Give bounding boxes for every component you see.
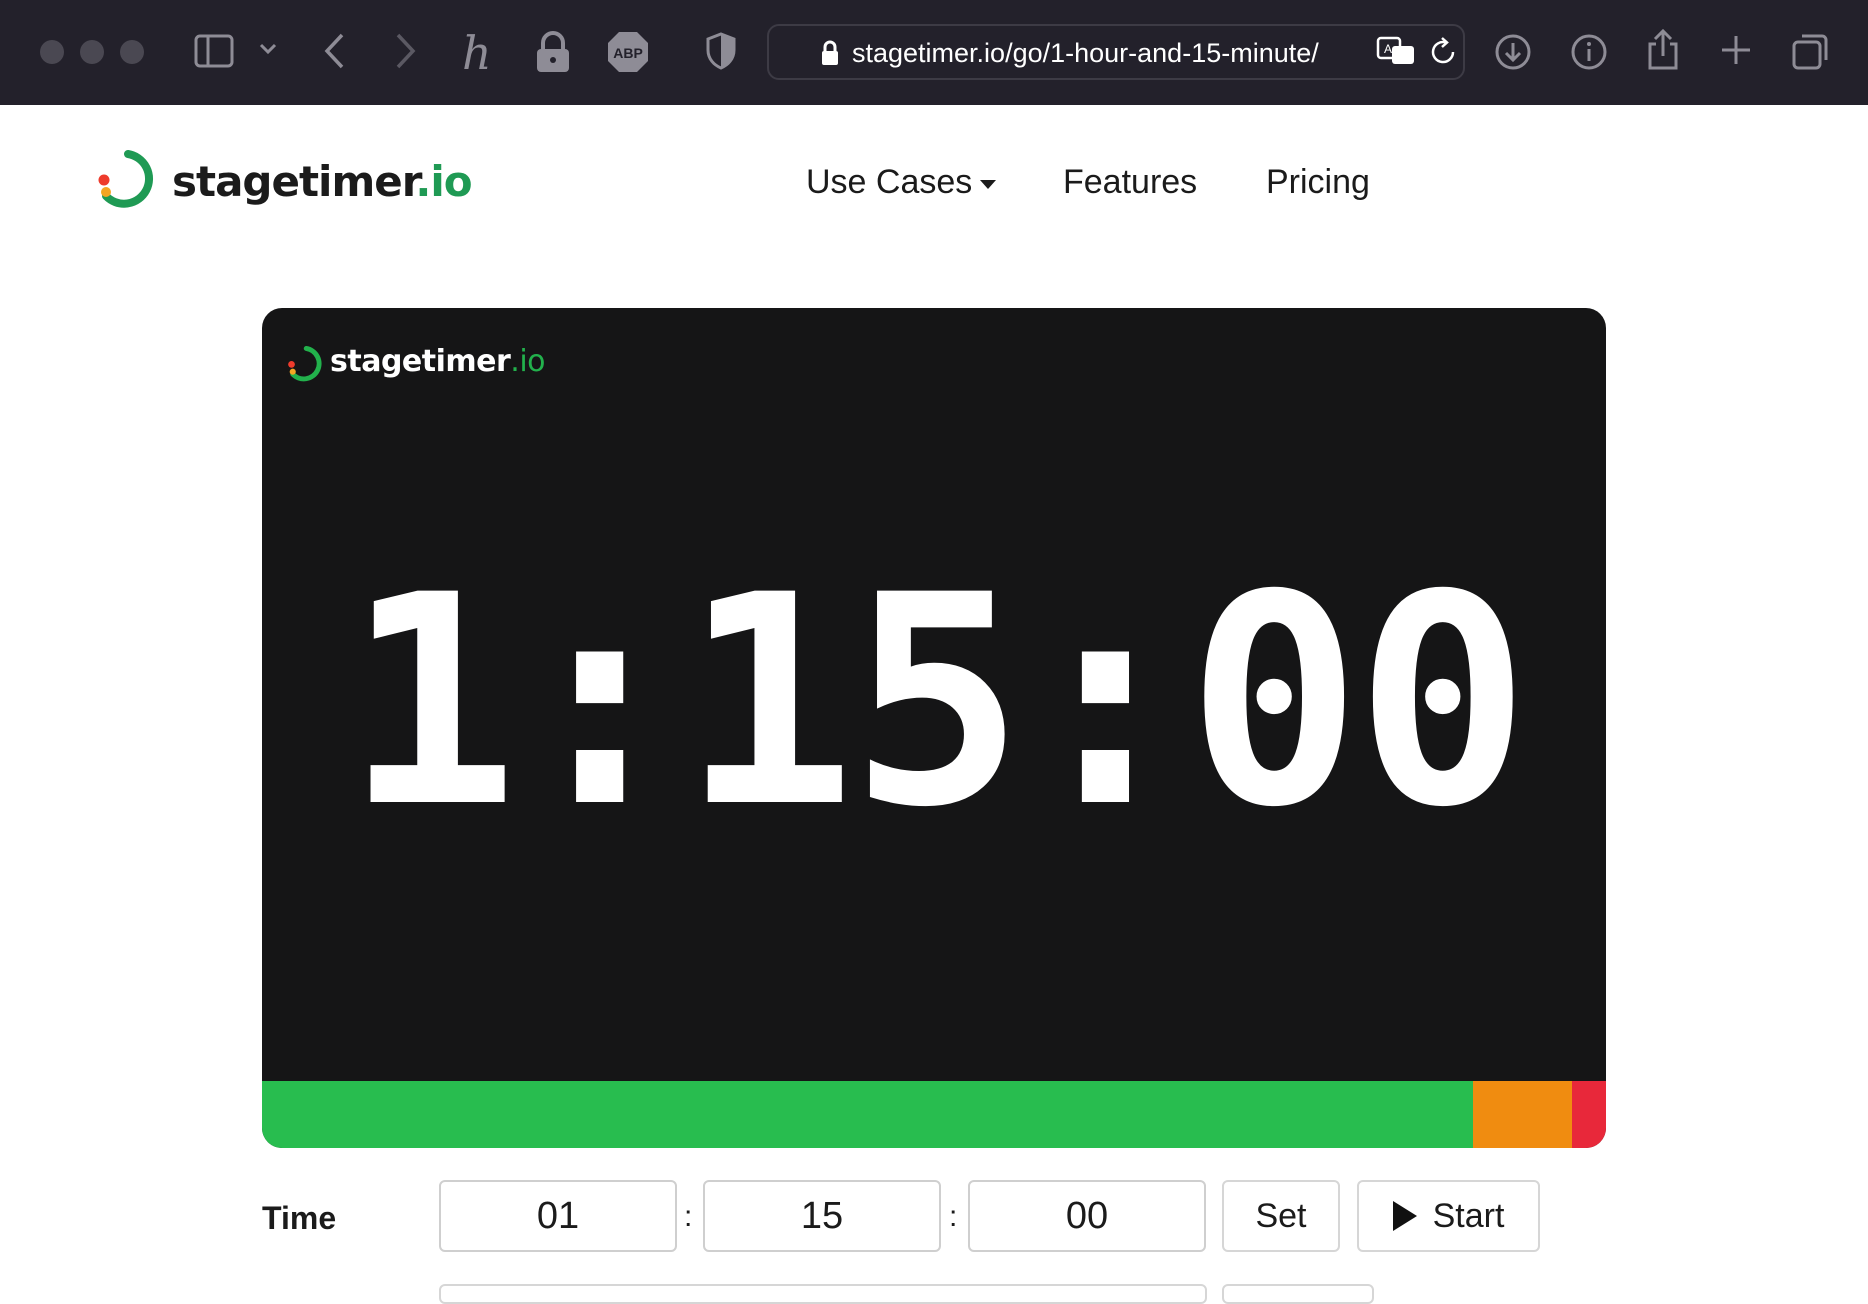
timer-display-panel: stagetimer.io 1:15:00 bbox=[262, 308, 1606, 1148]
share-icon[interactable] bbox=[1646, 28, 1680, 72]
tab-overview-icon[interactable] bbox=[1792, 32, 1830, 70]
reload-icon[interactable] bbox=[1428, 36, 1458, 68]
translate-icon[interactable]: A bbox=[1376, 36, 1418, 68]
back-icon[interactable] bbox=[322, 32, 346, 70]
nav-pricing[interactable]: Pricing bbox=[1266, 163, 1370, 202]
lock-icon bbox=[820, 40, 840, 66]
sidebar-icon[interactable] bbox=[194, 34, 234, 68]
countdown-display: 1:15:00 bbox=[343, 534, 1530, 871]
zoom-window-button[interactable] bbox=[120, 40, 144, 64]
progress-segment-red bbox=[1572, 1081, 1606, 1148]
time-label: Time bbox=[262, 1200, 337, 1236]
site-logo-icon[interactable] bbox=[96, 150, 156, 217]
honey-extension-icon[interactable]: h bbox=[462, 26, 492, 80]
secondary-button[interactable] bbox=[1222, 1284, 1374, 1304]
progress-segment-green bbox=[262, 1081, 1473, 1148]
download-icon[interactable] bbox=[1494, 33, 1532, 71]
start-button[interactable]: Start bbox=[1357, 1180, 1540, 1252]
panel-logo-icon bbox=[286, 346, 324, 389]
time-separator: : bbox=[949, 1200, 958, 1233]
nav-use-cases[interactable]: Use Cases bbox=[806, 163, 997, 202]
seconds-input[interactable] bbox=[968, 1180, 1206, 1252]
panel-brand: stagetimer.io bbox=[330, 344, 546, 379]
chevron-down-icon[interactable] bbox=[258, 42, 278, 56]
play-icon bbox=[1392, 1201, 1417, 1231]
info-icon[interactable] bbox=[1570, 33, 1608, 71]
forward-icon[interactable] bbox=[394, 32, 418, 70]
shield-icon[interactable] bbox=[706, 32, 736, 70]
message-input[interactable] bbox=[439, 1284, 1207, 1304]
nav-features[interactable]: Features bbox=[1063, 163, 1197, 202]
new-tab-icon[interactable] bbox=[1720, 34, 1752, 66]
svg-text:ABP: ABP bbox=[613, 45, 643, 61]
caret-down-icon bbox=[980, 179, 997, 189]
svg-text:A: A bbox=[1384, 42, 1392, 56]
minutes-input[interactable] bbox=[703, 1180, 941, 1252]
set-button[interactable]: Set bbox=[1222, 1180, 1340, 1252]
site-brand[interactable]: stagetimer.io bbox=[172, 157, 473, 206]
adblock-plus-icon[interactable]: ABP bbox=[606, 30, 650, 74]
progress-segment-orange bbox=[1472, 1081, 1573, 1148]
browser-toolbar: h ABP stagetimer.io/go/1-hour-and-15-min… bbox=[0, 0, 1868, 105]
close-window-button[interactable] bbox=[40, 40, 64, 64]
lock-extension-icon[interactable] bbox=[534, 30, 572, 74]
hours-input[interactable] bbox=[439, 1180, 677, 1252]
url-text[interactable]: stagetimer.io/go/1-hour-and-15-minute/ bbox=[852, 38, 1319, 69]
time-separator: : bbox=[684, 1200, 693, 1233]
minimize-window-button[interactable] bbox=[80, 40, 104, 64]
progress-bar bbox=[262, 1081, 1606, 1148]
